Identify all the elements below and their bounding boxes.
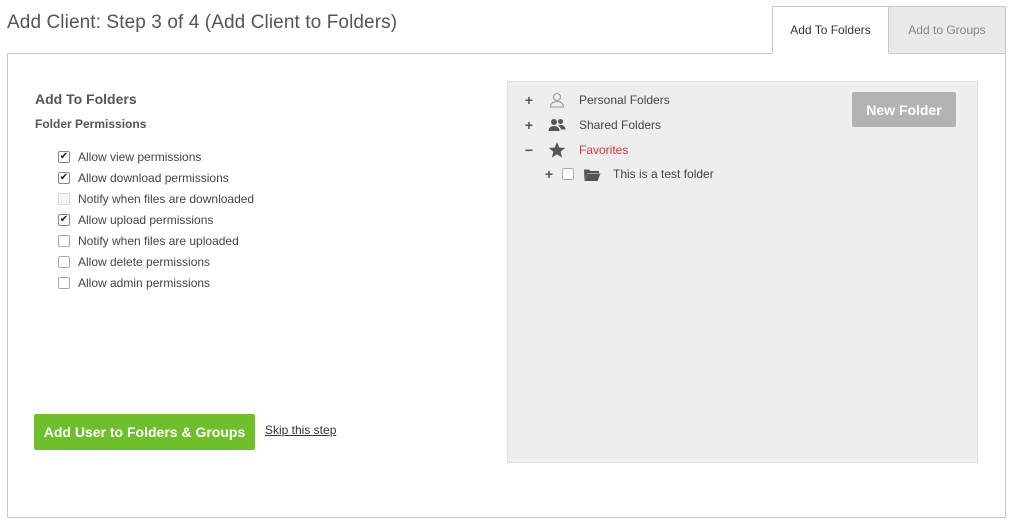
collapse-icon[interactable]: − [522, 142, 536, 158]
folder-checkbox[interactable] [562, 168, 574, 180]
permission-label: Notify when files are downloaded [78, 191, 255, 206]
skip-step-link[interactable]: Skip this step [265, 423, 336, 437]
tab-bar: Add To Folders Add to Groups [772, 6, 1006, 54]
star-icon [548, 141, 566, 159]
permission-item[interactable]: ✔ Allow download permissions [58, 167, 254, 188]
permission-item[interactable]: Allow delete permissions [58, 251, 254, 272]
tree-item-test-folder[interactable]: + This is a test folder [542, 164, 714, 184]
permission-label: Allow view permissions [78, 149, 202, 164]
allow-download-checkbox[interactable]: ✔ [58, 171, 70, 184]
permission-label: Allow admin permissions [78, 275, 211, 290]
tree-item-personal-folders[interactable]: + Personal Folders [522, 90, 670, 110]
permission-list: ✔ Allow view permissions ✔ Allow downloa… [58, 146, 254, 293]
expand-icon[interactable]: + [542, 166, 556, 182]
tree-item-label: Favorites [579, 143, 629, 157]
allow-view-checkbox[interactable]: ✔ [58, 150, 70, 163]
expand-icon[interactable]: + [522, 92, 536, 108]
permission-label: Allow delete permissions [78, 254, 211, 269]
tree-item-shared-folders[interactable]: + Shared Folders [522, 115, 661, 135]
tree-item-favorites[interactable]: − Favorites [522, 140, 628, 160]
tree-item-label: Personal Folders [579, 93, 670, 107]
tree-item-label: This is a test folder [613, 167, 714, 181]
people-icon [548, 116, 566, 134]
permission-item[interactable]: ✔ Allow upload permissions [58, 209, 254, 230]
folder-icon [583, 165, 601, 183]
permission-item: Notify when files are downloaded [58, 188, 254, 209]
allow-delete-checkbox[interactable] [58, 255, 70, 268]
add-user-to-folders-button[interactable]: Add User to Folders & Groups [34, 414, 255, 450]
permission-label: Allow upload permissions [78, 212, 214, 227]
new-folder-button[interactable]: New Folder [852, 92, 956, 127]
page-title: Add Client: Step 3 of 4 (Add Client to F… [7, 12, 398, 33]
notify-upload-checkbox[interactable] [58, 234, 70, 247]
person-icon [548, 91, 566, 109]
permission-item[interactable]: Notify when files are uploaded [58, 230, 254, 251]
section-title: Add To Folders [35, 91, 137, 107]
permission-item[interactable]: Allow admin permissions [58, 272, 254, 293]
folder-permissions-heading: Folder Permissions [35, 117, 147, 131]
folder-tree: + Personal Folders + Shared Folders − Fa… [507, 81, 978, 463]
permission-item[interactable]: ✔ Allow view permissions [58, 146, 254, 167]
main-panel: Add To Folders Folder Permissions ✔ Allo… [7, 53, 1006, 518]
tab-add-to-folders[interactable]: Add To Folders [772, 6, 889, 54]
permission-label: Notify when files are uploaded [78, 233, 239, 248]
notify-download-checkbox [58, 192, 70, 205]
allow-admin-checkbox[interactable] [58, 276, 70, 289]
tree-item-label: Shared Folders [579, 118, 662, 132]
allow-upload-checkbox[interactable]: ✔ [58, 213, 70, 226]
expand-icon[interactable]: + [522, 117, 536, 133]
permission-label: Allow download permissions [78, 170, 229, 185]
tab-add-to-groups[interactable]: Add to Groups [889, 6, 1006, 54]
